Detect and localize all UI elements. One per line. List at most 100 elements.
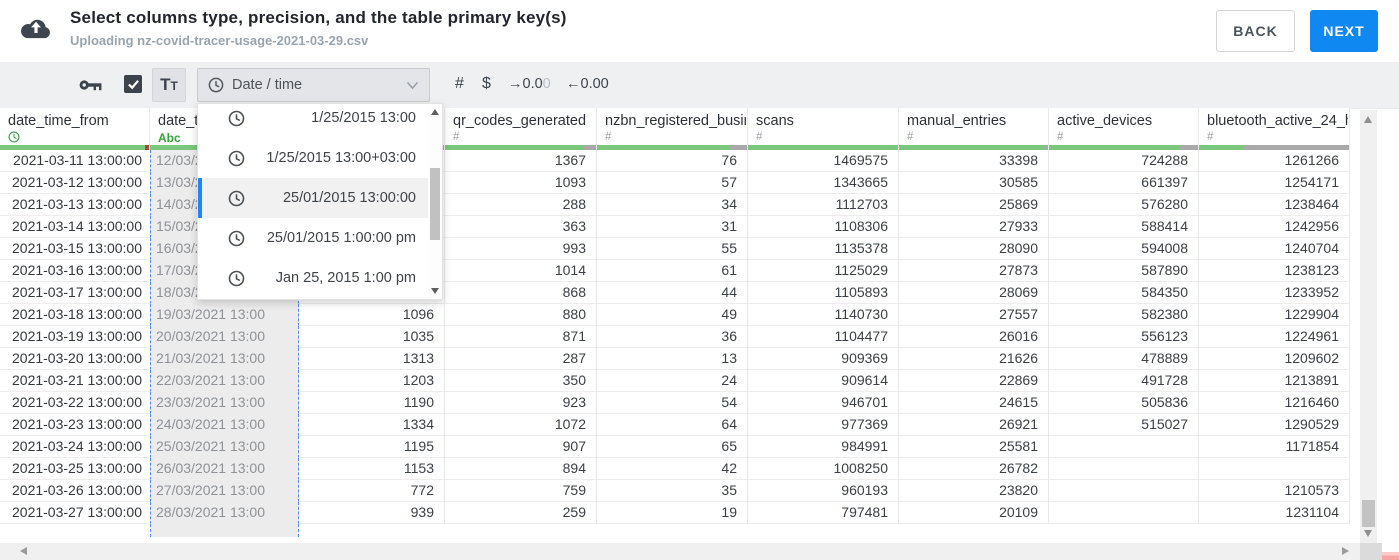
table-cell[interactable]: 25581 bbox=[899, 436, 1049, 458]
table-cell[interactable]: 515027 bbox=[1049, 414, 1199, 436]
table-cell[interactable]: 26/03/2021 13:00 bbox=[150, 458, 299, 480]
table-cell[interactable]: 478889 bbox=[1049, 348, 1199, 370]
table-cell[interactable]: 1108306 bbox=[748, 216, 899, 238]
table-cell[interactable]: 25/03/2021 13:00 bbox=[150, 436, 299, 458]
table-cell[interactable]: 2021-03-21 13:00:00 bbox=[0, 370, 150, 392]
column-header-qr_codes_generated[interactable]: qr_codes_generated # bbox=[445, 108, 597, 150]
table-cell[interactable]: 30585 bbox=[899, 172, 1049, 194]
table-cell[interactable]: 1112703 bbox=[748, 194, 899, 216]
table-cell[interactable]: 65 bbox=[597, 436, 748, 458]
table-cell[interactable]: 49 bbox=[597, 304, 748, 326]
table-cell[interactable]: 26921 bbox=[899, 414, 1049, 436]
table-cell[interactable]: 1229904 bbox=[1199, 304, 1350, 326]
table-cell[interactable]: 772 bbox=[299, 480, 445, 502]
table-cell[interactable]: 2021-03-23 13:00:00 bbox=[0, 414, 150, 436]
table-cell[interactable]: 1238464 bbox=[1199, 194, 1350, 216]
table-cell[interactable]: 259 bbox=[445, 502, 597, 524]
table-cell[interactable]: 28069 bbox=[899, 282, 1049, 304]
table-cell[interactable]: 1190 bbox=[299, 392, 445, 414]
table-cell[interactable]: 2021-03-16 13:00:00 bbox=[0, 260, 150, 282]
table-cell[interactable]: 22/03/2021 13:00 bbox=[150, 370, 299, 392]
table-cell[interactable]: 2021-03-24 13:00:00 bbox=[0, 436, 150, 458]
table-cell[interactable]: 26782 bbox=[899, 458, 1049, 480]
table-cell[interactable]: 64 bbox=[597, 414, 748, 436]
table-cell[interactable]: 25869 bbox=[899, 194, 1049, 216]
table-cell[interactable]: 44 bbox=[597, 282, 748, 304]
table-cell[interactable]: 661397 bbox=[1049, 172, 1199, 194]
table-cell[interactable]: 1238123 bbox=[1199, 260, 1350, 282]
table-cell[interactable]: 584350 bbox=[1049, 282, 1199, 304]
table-cell[interactable]: 2021-03-17 13:00:00 bbox=[0, 282, 150, 304]
table-cell[interactable]: 2021-03-20 13:00:00 bbox=[0, 348, 150, 370]
table-cell[interactable]: 587890 bbox=[1049, 260, 1199, 282]
table-cell[interactable]: 1203 bbox=[299, 370, 445, 392]
table-cell[interactable]: 20/03/2021 13:00 bbox=[150, 326, 299, 348]
table-cell[interactable]: 23/03/2021 13:00 bbox=[150, 392, 299, 414]
table-cell[interactable]: 1224961 bbox=[1199, 326, 1350, 348]
dropdown-scrollbar-thumb[interactable] bbox=[430, 168, 440, 240]
currency-type-button[interactable]: $ bbox=[482, 75, 491, 93]
table-cell[interactable]: 1171854 bbox=[1199, 436, 1350, 458]
table-cell[interactable]: 19/03/2021 13:00 bbox=[150, 304, 299, 326]
table-cell[interactable]: 2021-03-19 13:00:00 bbox=[0, 326, 150, 348]
table-cell[interactable]: 1290529 bbox=[1199, 414, 1350, 436]
dropdown-option[interactable]: 25/01/2015 1:00:00 pm bbox=[198, 218, 428, 258]
table-cell[interactable]: 993 bbox=[445, 238, 597, 260]
table-cell[interactable]: 1195 bbox=[299, 436, 445, 458]
table-cell[interactable]: 42 bbox=[597, 458, 748, 480]
table-cell[interactable]: 2021-03-14 13:00:00 bbox=[0, 216, 150, 238]
table-cell[interactable]: 13 bbox=[597, 348, 748, 370]
table-cell[interactable]: 1216460 bbox=[1199, 392, 1350, 414]
vertical-scrollbar[interactable] bbox=[1360, 110, 1377, 543]
table-cell[interactable]: 1135378 bbox=[748, 238, 899, 260]
table-cell[interactable]: 20109 bbox=[899, 502, 1049, 524]
dropdown-option[interactable]: Jan 25, 2015 1:00 pm bbox=[198, 258, 428, 298]
table-cell[interactable]: 27/03/2021 13:00 bbox=[150, 480, 299, 502]
table-cell[interactable]: 1334 bbox=[299, 414, 445, 436]
table-cell[interactable]: 2021-03-13 13:00:00 bbox=[0, 194, 150, 216]
table-cell[interactable]: 984991 bbox=[748, 436, 899, 458]
table-cell[interactable]: 19 bbox=[597, 502, 748, 524]
table-cell[interactable]: 55 bbox=[597, 238, 748, 260]
table-cell[interactable]: 350 bbox=[445, 370, 597, 392]
dropdown-option[interactable]: 1/25/2015 13:00 bbox=[198, 104, 428, 138]
table-cell[interactable]: 76 bbox=[597, 150, 748, 172]
table-cell[interactable]: 2021-03-26 13:00:00 bbox=[0, 480, 150, 502]
table-cell[interactable]: 2021-03-11 13:00:00 bbox=[0, 150, 150, 172]
table-cell[interactable]: 2021-03-18 13:00:00 bbox=[0, 304, 150, 326]
table-cell[interactable]: 977369 bbox=[748, 414, 899, 436]
table-cell[interactable]: 1105893 bbox=[748, 282, 899, 304]
table-cell[interactable]: 1231104 bbox=[1199, 502, 1350, 524]
table-cell[interactable]: 1140730 bbox=[748, 304, 899, 326]
table-cell[interactable]: 33398 bbox=[899, 150, 1049, 172]
scroll-down-arrow-icon[interactable] bbox=[1364, 530, 1372, 537]
table-cell[interactable]: 2021-03-15 13:00:00 bbox=[0, 238, 150, 260]
table-cell[interactable]: 1240704 bbox=[1199, 238, 1350, 260]
table-cell[interactable]: 27933 bbox=[899, 216, 1049, 238]
table-cell[interactable]: 1242956 bbox=[1199, 216, 1350, 238]
table-cell[interactable]: 1014 bbox=[445, 260, 597, 282]
column-header-manual_entries[interactable]: manual_entries # bbox=[899, 108, 1049, 150]
table-cell[interactable]: 31 bbox=[597, 216, 748, 238]
table-cell[interactable]: 880 bbox=[445, 304, 597, 326]
dropdown-option[interactable]: 25/01/2015 13:00:00 bbox=[198, 178, 428, 218]
table-cell[interactable]: 1093 bbox=[445, 172, 597, 194]
table-cell[interactable]: 556123 bbox=[1049, 326, 1199, 348]
table-cell[interactable]: 2021-03-12 13:00:00 bbox=[0, 172, 150, 194]
table-cell[interactable]: 594008 bbox=[1049, 238, 1199, 260]
table-cell[interactable]: 960193 bbox=[748, 480, 899, 502]
scroll-left-arrow-icon[interactable] bbox=[20, 547, 27, 555]
table-cell[interactable]: 1153 bbox=[299, 458, 445, 480]
table-cell[interactable] bbox=[1049, 436, 1199, 458]
horizontal-scrollbar[interactable] bbox=[0, 543, 1360, 560]
table-cell[interactable]: 1254171 bbox=[1199, 172, 1350, 194]
table-cell[interactable]: 54 bbox=[597, 392, 748, 414]
table-cell[interactable]: 1104477 bbox=[748, 326, 899, 348]
table-cell[interactable]: 939 bbox=[299, 502, 445, 524]
table-cell[interactable]: 491728 bbox=[1049, 370, 1199, 392]
back-button[interactable]: BACK bbox=[1216, 10, 1295, 52]
scroll-up-arrow-icon[interactable] bbox=[431, 109, 439, 115]
table-cell[interactable] bbox=[1049, 458, 1199, 480]
table-cell[interactable]: 2021-03-25 13:00:00 bbox=[0, 458, 150, 480]
dropdown-option[interactable]: 1/25/2015 13:00+03:00 bbox=[198, 138, 428, 178]
